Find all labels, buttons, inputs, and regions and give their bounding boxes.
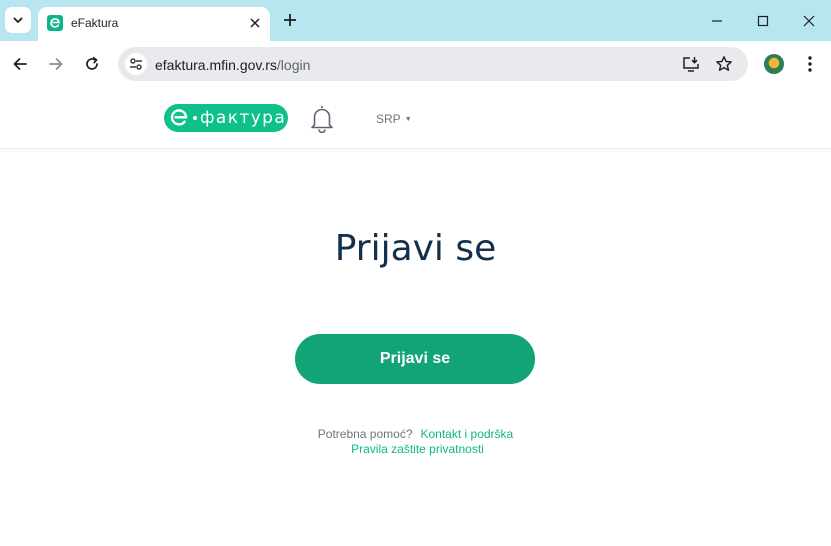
login-button[interactable]: Prijavi se (295, 334, 535, 384)
contact-support-link[interactable]: Kontakt i podrška (421, 427, 514, 441)
url-text[interactable]: efaktura.mfin.gov.rs/login (155, 57, 310, 73)
language-label: SRP (376, 112, 401, 126)
browser-tab-strip: eFaktura (0, 0, 831, 41)
back-button[interactable] (9, 53, 31, 75)
tab-search-button[interactable] (5, 7, 31, 33)
privacy-policy-link[interactable]: Pravila zaštite privatnosti (351, 442, 484, 456)
maximize-button[interactable] (750, 8, 776, 34)
url-path: /login (276, 57, 311, 73)
minimize-button[interactable] (704, 8, 730, 34)
caret-down-icon: ▼ (404, 115, 412, 123)
star-icon (716, 56, 732, 71)
chevron-down-icon (13, 17, 23, 23)
arrow-left-icon (13, 58, 27, 70)
forward-button[interactable] (45, 53, 67, 75)
maximize-icon (757, 15, 769, 27)
site-header: фактура SRP ▼ (0, 87, 831, 149)
bookmark-button[interactable] (714, 54, 734, 74)
new-tab-button[interactable] (280, 10, 300, 30)
bell-icon[interactable] (308, 103, 336, 133)
tab-title: eFaktura (71, 16, 119, 30)
close-icon (250, 18, 260, 28)
logo-e-icon (169, 108, 189, 128)
tab-close-button[interactable] (246, 14, 264, 32)
language-selector[interactable]: SRP ▼ (376, 112, 412, 126)
reload-icon (86, 56, 98, 70)
browser-toolbar: efaktura.mfin.gov.rs/login (0, 41, 831, 87)
help-label: Potrebna pomoć? (317, 427, 413, 441)
browser-menu-button[interactable] (800, 53, 820, 75)
efaktura-favicon-icon (47, 15, 63, 31)
reload-button[interactable] (81, 53, 103, 75)
privacy-line: Pravila zaštite privatnosti (0, 442, 831, 456)
page-title: Prijavi se (334, 228, 497, 269)
install-app-icon (683, 57, 699, 72)
arrow-right-icon (49, 58, 63, 70)
browser-tab[interactable]: eFaktura (38, 7, 270, 41)
window-close-button[interactable] (796, 8, 822, 34)
plus-icon (284, 14, 296, 26)
address-bar[interactable]: efaktura.mfin.gov.rs/login (118, 47, 748, 81)
site-info-button[interactable] (125, 53, 147, 75)
tune-icon (130, 58, 142, 70)
minimize-icon (712, 20, 722, 22)
logo-text: фактура (200, 108, 287, 128)
close-icon (803, 15, 815, 27)
efaktura-logo[interactable]: фактура (164, 104, 288, 132)
profile-avatar[interactable] (764, 54, 784, 74)
url-domain: efaktura.mfin.gov.rs (155, 57, 277, 73)
help-line: Potrebna pomoć? Kontakt i podrška (0, 427, 831, 441)
install-app-button[interactable] (681, 54, 701, 74)
logo-dot (193, 116, 197, 120)
more-vertical-icon (808, 56, 812, 72)
